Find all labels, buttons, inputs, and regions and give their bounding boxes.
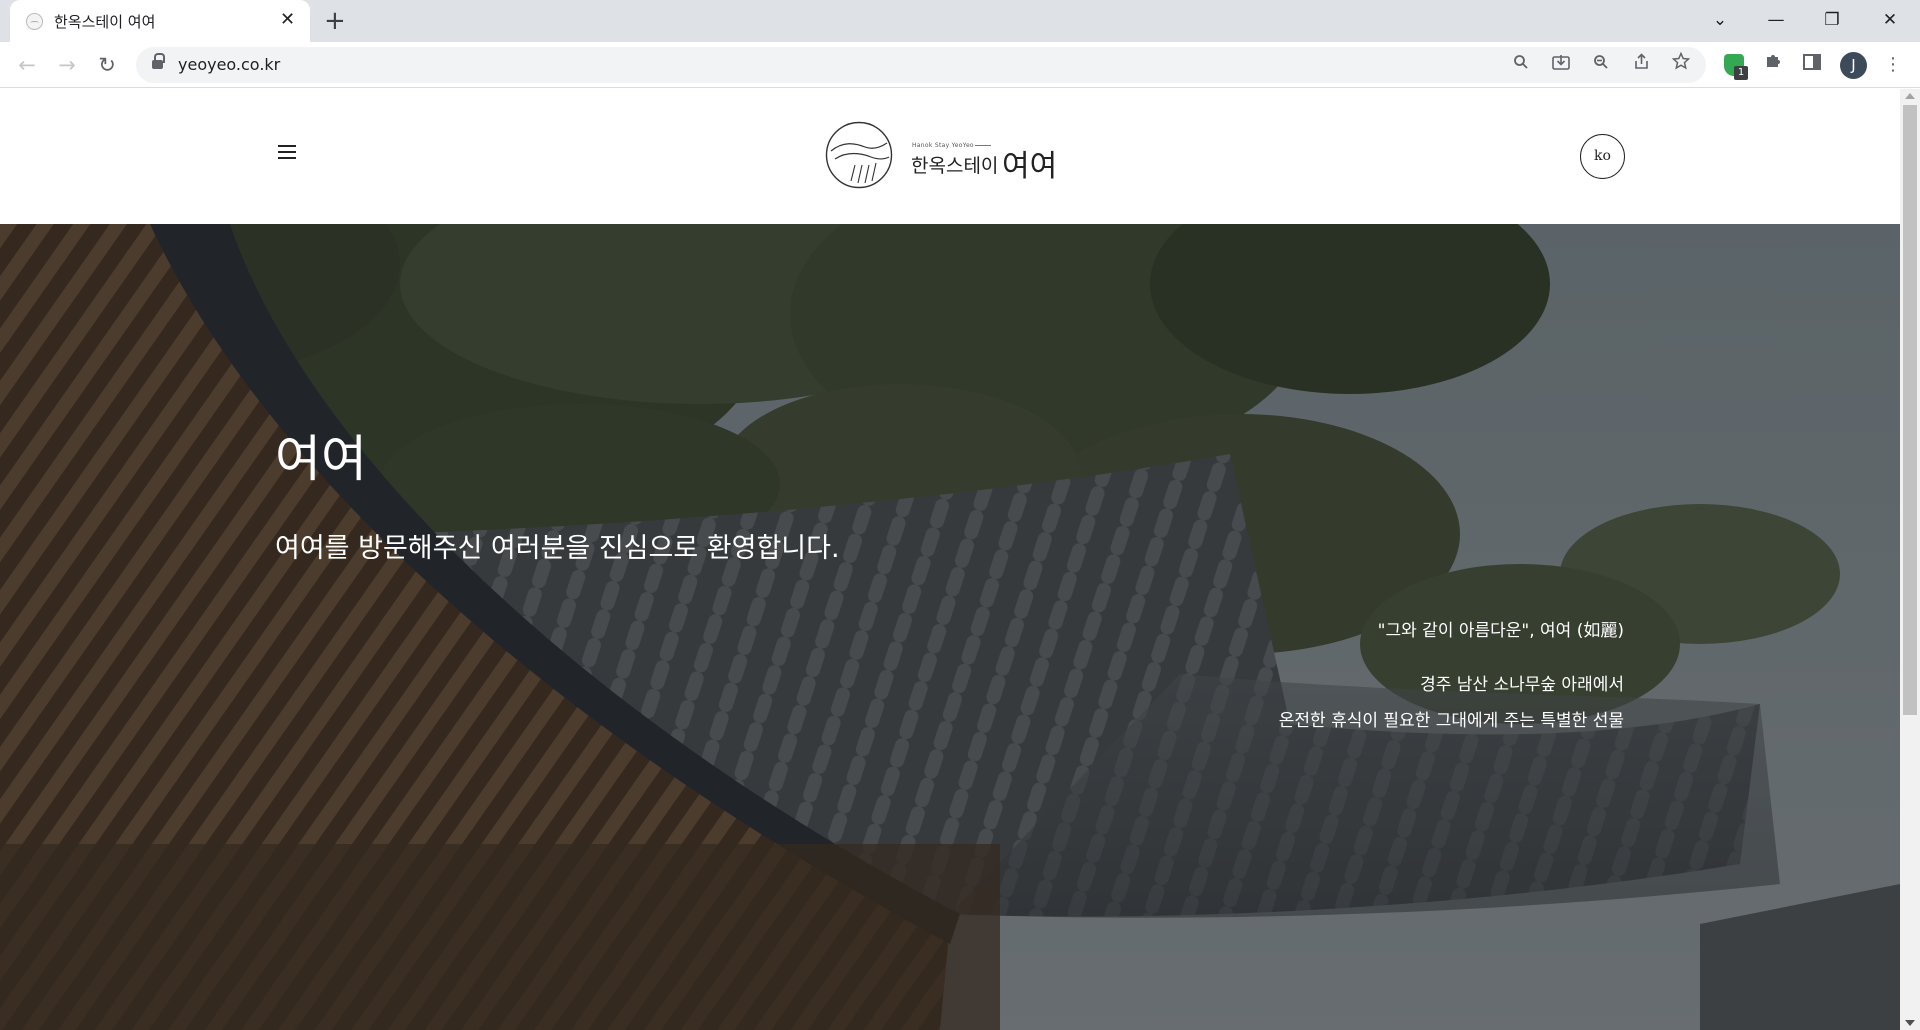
site-favicon-icon	[26, 13, 43, 30]
zoom-out-icon[interactable]	[1588, 52, 1614, 78]
tab-close-icon[interactable]: ✕	[280, 9, 295, 31]
browser-toolbar: ← → ↻ yeoyeo.co.kr 1 J ⋮	[0, 42, 1920, 88]
logo-name-big: 여여	[1002, 149, 1058, 184]
back-icon[interactable]: ←	[12, 50, 42, 80]
extension-badge: 1	[1734, 66, 1748, 80]
hamburger-icon[interactable]	[278, 145, 296, 159]
profile-avatar[interactable]: J	[1840, 52, 1867, 79]
site-logo[interactable]: Hanok Stay YeoYeo 한옥스테이 여여	[825, 121, 1065, 193]
browser-tab-bar: 한옥스테이 여여 ✕ + ⌄ — ❐ ✕	[0, 0, 1920, 42]
puzzle-icon[interactable]	[1758, 50, 1788, 80]
install-icon[interactable]	[1548, 52, 1574, 78]
lock-icon[interactable]	[152, 53, 165, 71]
minimize-button[interactable]: —	[1752, 0, 1800, 42]
tab-search-button[interactable]: ⌄	[1696, 0, 1744, 42]
scroll-up-arrow-icon[interactable]	[1905, 93, 1915, 99]
hero-section: 여여 여여를 방문해주신 여러분을 진심으로 환영합니다. "그와 같이 아름다…	[0, 224, 1900, 1030]
hero-subtitle: 여여를 방문해주신 여러분을 진심으로 환영합니다.	[275, 533, 840, 564]
side-panel-icon[interactable]	[1797, 50, 1827, 80]
bookmark-star-icon[interactable]	[1668, 51, 1694, 78]
language-button[interactable]: ko	[1580, 134, 1625, 179]
reload-icon[interactable]: ↻	[92, 50, 122, 80]
hero-quote: "그와 같이 아름다운", 여여 (如麗)	[1377, 621, 1624, 641]
address-bar[interactable]: yeoyeo.co.kr	[136, 47, 1706, 83]
hero-description-line-1: 경주 남산 소나무숲 아래에서	[1420, 675, 1624, 695]
logo-mark-icon	[825, 121, 893, 189]
browser-tab[interactable]: 한옥스테이 여여 ✕	[10, 0, 310, 42]
page-content: Hanok Stay YeoYeo 한옥스테이 여여 ko 여여 여여를 방문해…	[0, 89, 1900, 1030]
url-text[interactable]: yeoyeo.co.kr	[178, 55, 280, 74]
logo-name-small: 한옥스테이	[911, 155, 999, 177]
tab-title: 한옥스테이 여여	[54, 13, 156, 31]
more-icon[interactable]: ⋮	[1878, 50, 1908, 80]
scroll-thumb[interactable]	[1903, 105, 1917, 715]
site-header: Hanok Stay YeoYeo 한옥스테이 여여 ko	[0, 89, 1900, 224]
logo-subtitle: Hanok Stay YeoYeo	[912, 142, 974, 149]
hero-title: 여여	[275, 430, 367, 488]
share-icon[interactable]	[1628, 52, 1654, 78]
close-window-button[interactable]: ✕	[1866, 0, 1914, 42]
scroll-down-arrow-icon[interactable]	[1905, 1020, 1915, 1026]
new-tab-button[interactable]: +	[324, 6, 346, 36]
forward-icon[interactable]: →	[52, 50, 82, 80]
restore-button[interactable]: ❐	[1808, 0, 1856, 42]
search-icon[interactable]	[1508, 52, 1534, 78]
page-scrollbar[interactable]	[1900, 89, 1920, 1030]
hero-description-line-2: 온전한 휴식이 필요한 그대에게 주는 특별한 선물	[1278, 711, 1624, 731]
logo-divider	[975, 145, 991, 146]
